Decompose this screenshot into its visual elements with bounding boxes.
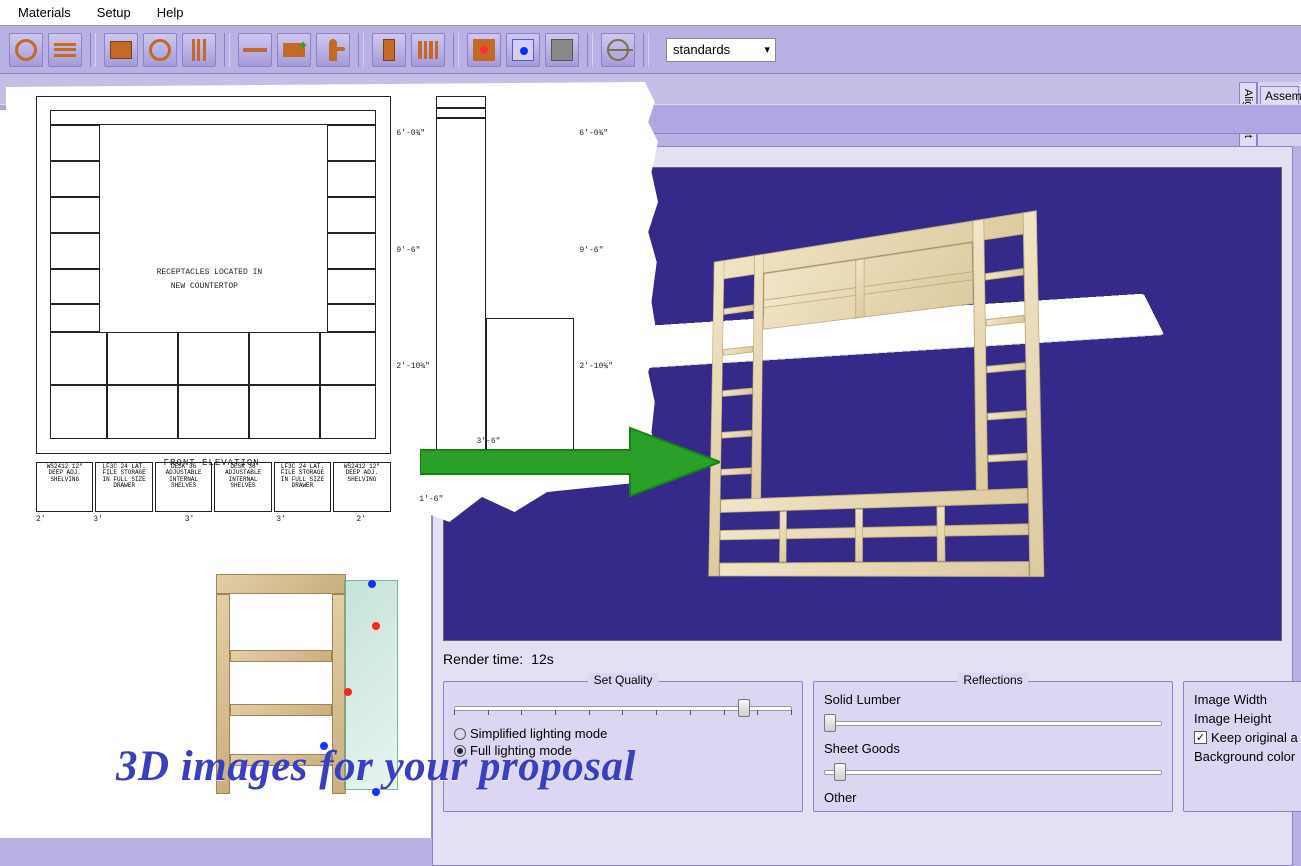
select-red-icon — [473, 39, 495, 61]
handle-blue-icon — [368, 580, 376, 588]
refl-solid-slider[interactable] — [824, 711, 1162, 733]
vbars-icon — [192, 39, 206, 61]
refl-sheet-slider[interactable] — [824, 760, 1162, 782]
tool-handle[interactable] — [316, 33, 350, 67]
plus-icon — [283, 43, 305, 57]
axis-icon — [551, 39, 573, 61]
menubar: Materials Setup Help — [0, 0, 1301, 26]
handle-red-icon — [372, 622, 380, 630]
tape-icon — [607, 39, 629, 61]
tool-stripes[interactable] — [411, 33, 445, 67]
tool-ring[interactable] — [9, 33, 43, 67]
handle-red-icon — [344, 688, 352, 696]
group-image: Image Width Image Height ✓Keep original … — [1183, 681, 1301, 812]
bars-icon — [54, 43, 76, 57]
render-time: Render time:12s — [443, 651, 554, 667]
separator — [643, 33, 649, 67]
group-reflections: Reflections Solid Lumber Sheet Goods Oth… — [813, 681, 1173, 812]
ring-icon — [149, 39, 171, 61]
front-elevation: RECEPTACLES LOCATED IN NEW COUNTERTOP FR… — [36, 96, 391, 454]
keep-aspect-check[interactable]: ✓Keep original a — [1194, 730, 1298, 745]
separator — [358, 33, 364, 67]
radio-simplified[interactable]: Simplified lighting mode — [454, 726, 792, 741]
image-width-row: Image Width — [1194, 692, 1298, 707]
separator — [90, 33, 96, 67]
door-icon — [383, 39, 395, 61]
menu-setup[interactable]: Setup — [87, 2, 141, 23]
refl-other-label: Other — [824, 790, 1162, 805]
marketing-headline: 3D images for your proposal — [116, 742, 636, 791]
assembly-head: Assembly — [1260, 86, 1299, 106]
schedule-strip: WS2412 12" DEEP ADJ. SHELVING LF3C 24 LA… — [36, 462, 391, 512]
bg-color-row: Background color — [1194, 749, 1298, 764]
separator — [587, 33, 593, 67]
standards-select[interactable]: standards — [666, 38, 776, 62]
menu-materials[interactable]: Materials — [8, 2, 81, 23]
checkbox-icon: ✓ — [1194, 731, 1207, 744]
arrow-icon — [420, 422, 720, 502]
image-height-row: Image Height — [1194, 711, 1298, 726]
tool-sel-red[interactable] — [467, 33, 501, 67]
standards-label: standards — [673, 42, 730, 57]
refl-solid-label: Solid Lumber — [824, 692, 1162, 707]
refl-sheet-label: Sheet Goods — [824, 741, 1162, 756]
select-blue-icon — [512, 39, 534, 61]
tool-grid[interactable] — [182, 33, 216, 67]
tool-door[interactable] — [372, 33, 406, 67]
radio-icon — [454, 728, 466, 740]
tool-sel-blue[interactable] — [506, 33, 540, 67]
separator — [453, 33, 459, 67]
panel-icon — [110, 41, 132, 59]
tool-panel[interactable] — [104, 33, 138, 67]
tool-ring2[interactable] — [143, 33, 177, 67]
tool-measure[interactable] — [601, 33, 635, 67]
stripes-icon — [417, 41, 439, 59]
tool-slim[interactable] — [238, 33, 272, 67]
ring-icon — [15, 39, 37, 61]
thin-icon — [243, 48, 267, 52]
tool-axis[interactable] — [545, 33, 579, 67]
render-model — [708, 210, 1044, 577]
refl-title: Reflections — [957, 673, 1028, 687]
separator — [224, 33, 230, 67]
quality-title: Set Quality — [588, 673, 659, 687]
tool-bars[interactable] — [48, 33, 82, 67]
tool-add[interactable] — [277, 33, 311, 67]
side-elevation: SIDE ELEVATION — [436, 96, 573, 454]
handle-icon — [329, 39, 337, 61]
quality-slider[interactable] — [454, 696, 792, 718]
menu-help[interactable]: Help — [147, 2, 194, 23]
main-toolbar: standards — [0, 26, 1301, 74]
